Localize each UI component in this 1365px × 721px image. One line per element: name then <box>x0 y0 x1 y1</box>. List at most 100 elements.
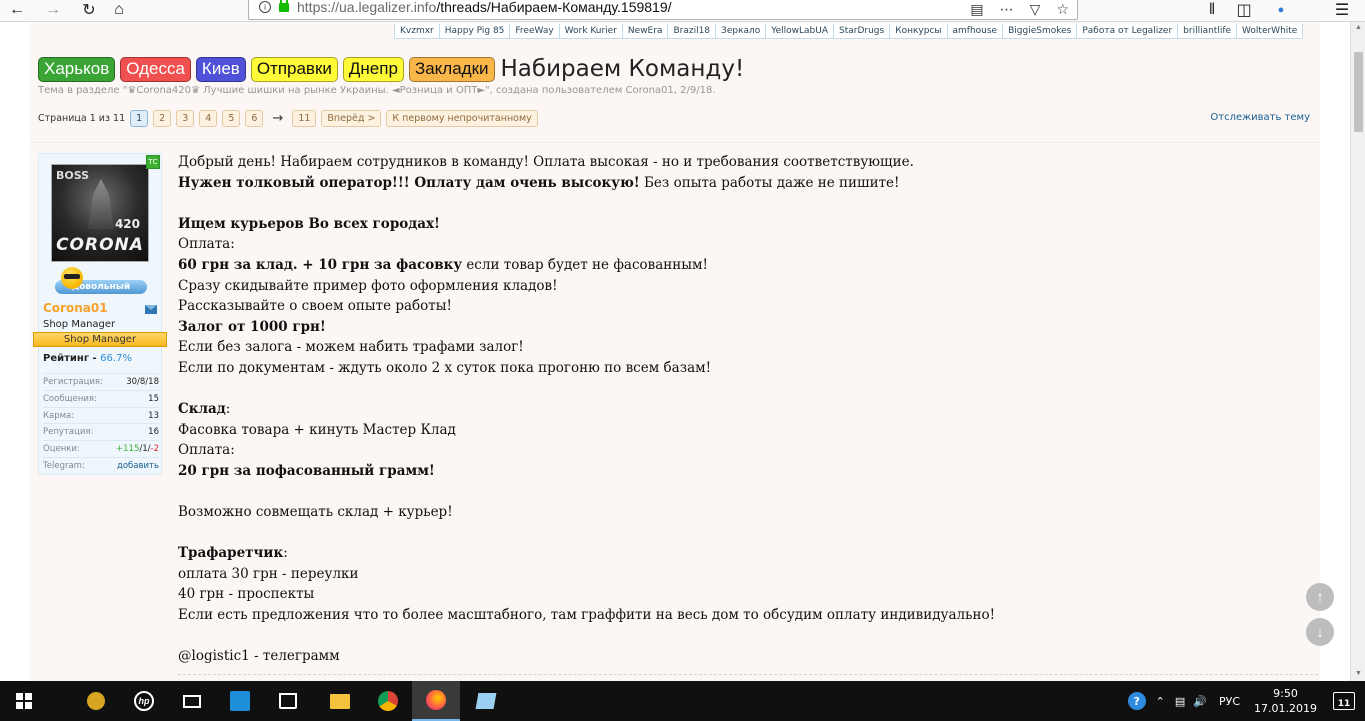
top-tab[interactable]: FreeWay <box>509 24 560 39</box>
message-line: Возможно совмещать склад + курьер! <box>178 502 1298 523</box>
message-text: Оплата: <box>178 236 235 253</box>
stat-value: 15 <box>148 393 159 404</box>
help-icon[interactable]: ? <box>1127 692 1146 710</box>
message-text: : <box>225 401 231 418</box>
city-button[interactable]: Закладки <box>408 56 495 82</box>
folder-icon[interactable] <box>316 681 364 721</box>
reader-icon[interactable]: ▤ <box>970 1 983 18</box>
page-scrollbar[interactable]: ▲ ▼ <box>1350 22 1365 681</box>
url-bar[interactable]: i https://ua.legalizer.info/threads/Наби… <box>248 0 1078 20</box>
windows-start-icon[interactable] <box>0 681 48 721</box>
page-link[interactable]: 3 <box>176 110 195 127</box>
first-unread-button[interactable]: К первому непрочитанному <box>386 110 538 127</box>
web-page: Kvzmxr Happy Pig 85 FreeWay Work Kurier NewE… <box>0 22 1350 681</box>
next-page-button[interactable]: Вперёд > <box>321 110 382 127</box>
hp-icon[interactable]: hp <box>120 681 168 721</box>
top-tab[interactable]: Brazil18 <box>667 24 717 39</box>
network-icon[interactable]: ▤ <box>1175 695 1185 708</box>
top-tab[interactable]: BiggieSmokes <box>1002 24 1078 39</box>
top-tab[interactable]: Конкурсы <box>889 24 948 39</box>
stat-row: Репутация: 16 <box>43 423 159 440</box>
city-button[interactable]: Днепр <box>342 56 404 82</box>
rocket-icon[interactable] <box>216 681 264 721</box>
message-line: Добрый день! Набираем сотрудников в кома… <box>178 152 1298 173</box>
top-tab[interactable]: amfhouse <box>946 24 1004 39</box>
url-host: https://ua.legalizer.info <box>297 0 437 15</box>
watch-thread-link[interactable]: Отслеживать тему <box>1210 112 1310 123</box>
top-tab[interactable]: brilliantlife <box>1177 24 1238 39</box>
message-text: Рассказывайте о своем опыте работы! <box>178 298 452 315</box>
page-link[interactable]: 6 <box>245 110 264 127</box>
stat-key: Карма: <box>43 410 75 421</box>
notepad-icon[interactable] <box>462 681 510 721</box>
city-button[interactable]: Одесса <box>120 56 191 82</box>
info-icon[interactable]: i <box>259 1 271 13</box>
page-link[interactable]: 4 <box>199 110 218 127</box>
message-line: Если есть предложения что то более масшт… <box>178 605 1298 626</box>
city-button[interactable]: Харьков <box>38 56 116 82</box>
star-icon[interactable]: ☆ <box>1056 1 1069 18</box>
lock-icon <box>279 0 289 12</box>
top-tab[interactable]: Зеркало <box>715 24 767 39</box>
post-message: Добрый день! Набираем сотрудников в кома… <box>178 152 1298 667</box>
city-button[interactable]: Киев <box>195 56 246 82</box>
extension-icon[interactable]: ● <box>1266 0 1296 20</box>
page-link[interactable]: 1 <box>130 110 149 127</box>
top-tab[interactable]: Happy Pig 85 <box>438 24 511 39</box>
message-line <box>178 379 1298 400</box>
scroll-arrow-down-icon[interactable]: ▼ <box>1354 670 1363 679</box>
username-link[interactable]: Corona01 <box>43 301 108 315</box>
message-line: Склад: <box>178 399 1298 420</box>
message-text: Возможно совмещать склад + курьер! <box>178 504 453 521</box>
stat-row: Регистрация: 30/8/18 <box>43 373 159 390</box>
store-icon[interactable] <box>264 681 312 721</box>
pagination: Страница 1 из 11 123456 → 11 Вперёд > К … <box>38 110 538 127</box>
mail-icon[interactable] <box>145 305 157 314</box>
sidebar-icon[interactable]: ◫ <box>1232 0 1256 20</box>
message-line: 20 грн за пофасованный грамм! <box>178 461 1298 482</box>
pagination-arrow: → <box>272 111 284 126</box>
mascot-icon[interactable] <box>72 681 120 721</box>
forward-icon[interactable]: → <box>40 0 66 20</box>
url-text[interactable]: https://ua.legalizer.info/threads/Набира… <box>297 0 672 15</box>
avatar[interactable]: BOSS 420 CORONA <box>51 164 149 262</box>
top-tab[interactable]: Работа от Legalizer <box>1076 24 1179 39</box>
top-tab[interactable]: NewEra <box>621 24 669 39</box>
top-tab[interactable]: Kvzmxr <box>394 24 440 39</box>
library-icon[interactable]: ‖ <box>1200 0 1224 20</box>
scroll-up-button[interactable]: ↑ <box>1306 583 1334 611</box>
top-tab[interactable]: WolterWhite <box>1236 24 1304 39</box>
mail-icon[interactable] <box>168 681 216 721</box>
telegram-add-link[interactable]: добавить <box>117 458 159 474</box>
page-link[interactable]: 2 <box>153 110 172 127</box>
scroll-down-button[interactable]: ↓ <box>1306 618 1334 646</box>
page-link-last[interactable]: 11 <box>292 110 317 127</box>
page-link[interactable]: 5 <box>222 110 241 127</box>
home-icon[interactable]: ⌂ <box>106 0 132 20</box>
pocket-icon[interactable]: ▽ <box>1030 1 1041 18</box>
notifications-icon[interactable]: 11 <box>1333 692 1355 710</box>
more-icon[interactable]: ⋯ <box>1000 1 1014 18</box>
back-icon[interactable]: ← <box>4 0 30 20</box>
tray-expand-icon[interactable]: ⌃ <box>1156 695 1165 708</box>
language-indicator[interactable]: РУС <box>1219 695 1240 708</box>
windows-taskbar: hp ? ⌃ ▤ 🔊 РУС 9:50 17.01.2019 11 <box>0 681 1365 721</box>
clock[interactable]: 9:50 17.01.2019 <box>1254 686 1317 716</box>
avatar-text-boss: BOSS <box>56 169 90 182</box>
volume-icon[interactable]: 🔊 <box>1193 695 1207 708</box>
scroll-arrow-up-icon[interactable]: ▲ <box>1354 24 1363 33</box>
message-text: @logistic1 - телеграмм <box>178 648 340 665</box>
top-tab[interactable]: YellowLabUA <box>765 24 834 39</box>
message-line: 40 грн - проспекты <box>178 584 1298 605</box>
reload-icon[interactable]: ↻ <box>76 0 102 20</box>
top-tab[interactable]: StarDrugs <box>832 24 891 39</box>
menu-icon[interactable]: ☰ <box>1330 0 1354 20</box>
top-tab[interactable]: Work Kurier <box>558 24 623 39</box>
message-line: @logistic1 - телеграмм <box>178 646 1298 667</box>
stat-row: Сообщения: 15 <box>43 389 159 407</box>
firefox-icon[interactable] <box>412 681 460 721</box>
scroll-thumb[interactable] <box>1354 52 1363 132</box>
chrome-icon[interactable] <box>364 681 412 721</box>
city-button[interactable]: Отправки <box>250 56 338 82</box>
message-bold: Трафаретчик <box>178 545 284 562</box>
